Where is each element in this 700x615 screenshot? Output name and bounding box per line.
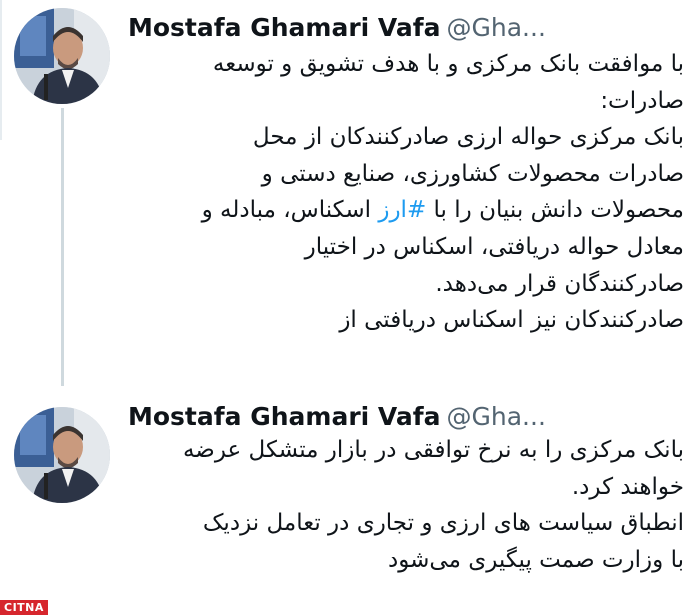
author-handle[interactable]: @Gha... xyxy=(447,13,546,42)
author-name[interactable]: Mostafa Ghamari Vafa xyxy=(128,402,441,431)
tweet-text: بانک مرکزی را به نرخ توافقی در بازار متش… xyxy=(126,432,684,578)
avatar[interactable] xyxy=(14,407,110,503)
tweet-line: محصولات دانش بنیان را با #ارز اسکناس، مب… xyxy=(126,192,684,229)
profile-photo-icon xyxy=(14,407,110,503)
tweet-line-text: اسکناس، مبادله و xyxy=(201,197,379,224)
profile-photo-icon xyxy=(14,8,110,104)
tweet-line: خواهند کرد. xyxy=(571,473,684,500)
tweet[interactable]: Mostafa Ghamari Vafa @Gha... با موافقت با… xyxy=(0,0,700,386)
author-name[interactable]: Mostafa Ghamari Vafa xyxy=(128,13,441,42)
tweet-line: با وزارت صمت پیگیری می‌شود xyxy=(388,546,684,573)
watermark-logo: CITNA xyxy=(0,600,48,615)
tweet-line: با موافقت بانک مرکزی و با هدف تشویق و تو… xyxy=(212,51,684,77)
thread-connector-line xyxy=(61,108,64,386)
avatar[interactable] xyxy=(14,8,110,104)
tweet-line: معادل حواله دریافتی، اسکناس در اختیار xyxy=(304,233,684,260)
tweet-text: با موافقت بانک مرکزی و با هدف تشویق و تو… xyxy=(126,46,684,339)
tweet-line: صادرکنندکان نیز اسکناس دریافتی از xyxy=(339,307,684,334)
tweet-line-text: محصولات دانش بنیان را با xyxy=(426,197,684,224)
tweet-header: Mostafa Ghamari Vafa @Gha... xyxy=(128,8,688,48)
tweet-line: بانک مرکزی را به نرخ توافقی در بازار متش… xyxy=(182,437,684,463)
tweet-line: صادرکنندگان قرار می‌دهد. xyxy=(435,270,684,297)
tweet[interactable]: Mostafa Ghamari Vafa @Gha... بانک مرکزی ر… xyxy=(0,385,700,615)
tweet-header: Mostafa Ghamari Vafa @Gha... xyxy=(128,397,688,437)
tweet-line: صادرات محصولات کشاورزی، صنایع دستی و xyxy=(261,160,684,187)
hashtag-link[interactable]: #ارز xyxy=(378,197,426,223)
author-handle[interactable]: @Gha... xyxy=(447,402,546,431)
tweet-line: انطباق سیاست های ارزی و تجاری در تعامل ن… xyxy=(202,510,684,537)
tweet-line: بانک مرکزی حواله ارزی صادرکنندکان از محل xyxy=(252,124,684,151)
tweet-line: صادرات: xyxy=(600,87,684,114)
